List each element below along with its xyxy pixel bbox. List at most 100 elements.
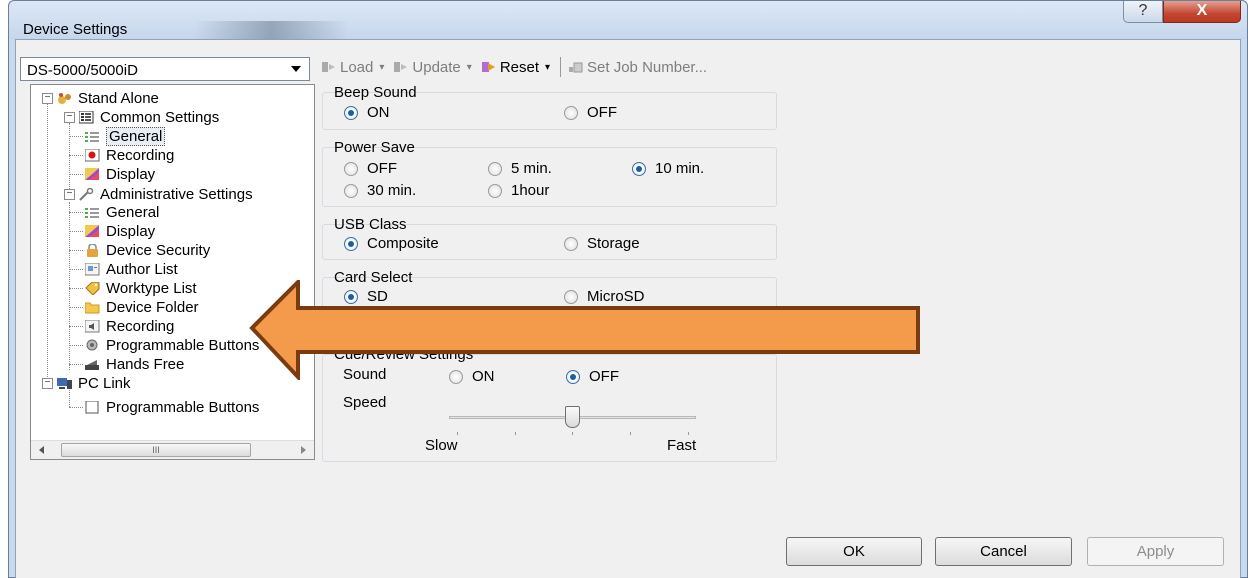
gear-cluster-icon [58,93,71,104]
tree-item-admin-general[interactable]: General [85,203,159,222]
radio-unchecked-icon [344,161,358,176]
tree-line [69,174,83,175]
tree-item-common-settings[interactable]: Common Settings [79,108,219,127]
tree-line [69,123,70,195]
radio-checked-icon [632,161,646,176]
radio-unchecked-icon [564,105,578,120]
job-number-icon [569,62,583,73]
cancel-button[interactable]: Cancel [935,537,1072,566]
speaker-icon [85,320,100,333]
radio-unchecked-icon [488,161,502,176]
collapse-administrative-settings[interactable]: − [64,189,75,200]
power-10min-radio[interactable]: 10 min. [632,160,704,177]
reset-icon [481,62,495,72]
load-caret-icon: ▾ [379,61,385,73]
reset-label: Reset [499,58,539,76]
tree-item-common-display[interactable]: Display [85,165,155,184]
title-bar[interactable]: Device Settings ? X [9,1,1247,41]
title-glass-decoration [194,21,349,41]
device-model-select[interactable]: DS-5000/5000iD [20,57,310,81]
usb-storage-radio[interactable]: Storage [564,235,640,252]
tree-item-pc-link[interactable]: PC Link [57,374,131,393]
tree-line [47,103,48,385]
radio-checked-icon [344,236,358,251]
update-icon [394,62,408,72]
load-label: Load [340,58,374,76]
speed-fast-label: Fast [667,437,697,454]
update-label: Update [412,58,461,76]
tree-item-common-recording[interactable]: Recording [85,146,174,165]
wrench-icon [79,188,94,201]
tree-line [69,288,83,289]
arrow-shape [249,280,920,380]
window-title: Device Settings [23,21,128,38]
device-model-value: DS-5000/5000iD [27,62,138,79]
folder-icon [85,302,100,314]
tree-line [69,231,83,232]
tree-item-hands-free[interactable]: Hands Free [85,355,184,374]
set-job-number-label: Set Job Number... [587,58,708,76]
update-button[interactable]: Update ▾ [394,58,472,76]
update-caret-icon: ▾ [466,61,472,73]
apply-button[interactable]: Apply [1087,537,1224,566]
tree-item-worktype-list[interactable]: Worktype List [85,279,197,298]
tree-item-admin-display[interactable]: Display [85,222,155,241]
slider-tick [457,432,458,435]
collapse-pc-link[interactable]: − [42,378,53,389]
tree-item-device-folder[interactable]: Device Folder [85,298,199,317]
tree-item-author-list[interactable]: Author List [85,260,178,279]
tree-item-stand-alone[interactable]: Stand Alone [57,89,159,108]
cue-speed-label: Speed [343,394,387,411]
pc-icon [57,378,72,389]
general-list-icon [85,132,99,142]
ok-button[interactable]: OK [786,537,922,566]
tree-item-common-general[interactable]: General [85,127,166,146]
close-button[interactable]: X [1163,1,1241,23]
power-30min-radio[interactable]: 30 min. [344,182,416,199]
display-icon [85,225,99,237]
tree-item-admin-recording[interactable]: Recording [85,317,174,336]
power-5min-radio[interactable]: 5 min. [488,160,552,177]
set-job-number-button[interactable]: Set Job Number... [569,59,707,76]
collapse-common-settings[interactable]: − [64,112,75,123]
list-icon [79,111,94,124]
help-button[interactable]: ? [1123,1,1163,23]
pedal-icon [85,360,99,370]
card-icon [85,263,100,276]
beep-on-radio[interactable]: ON [344,104,390,121]
tree-item-administrative-settings[interactable]: Administrative Settings [79,185,253,204]
tree-line [69,345,83,346]
slider-tick [515,432,516,435]
reset-button[interactable]: Reset ▾ [481,58,550,76]
scroll-left-icon[interactable] [39,446,44,454]
slider-tick [630,432,631,435]
tree-line [69,326,83,327]
speed-slider-thumb[interactable] [565,406,580,428]
display-icon [85,168,99,180]
power-save-title: Power Save [334,139,415,156]
power-off-radio[interactable]: OFF [344,160,397,177]
tree-horizontal-scrollbar[interactable]: III [31,440,314,459]
tree-item-device-security[interactable]: Device Security [85,241,210,260]
scroll-thumb[interactable]: III [61,443,251,457]
lock-icon [87,244,98,257]
tree-item-pc-programmable-buttons[interactable]: Programmable Buttons [85,398,259,417]
usb-composite-radio[interactable]: Composite [344,235,439,252]
tree-line [69,269,83,270]
checkbox-icon [85,401,99,414]
settings-tree[interactable]: − Stand Alone − Common Settings General … [30,84,315,460]
toolbar-separator [560,57,562,77]
beep-off-radio[interactable]: OFF [564,104,617,121]
usb-class-title: USB Class [334,216,407,233]
recording-dot-icon [85,149,100,162]
radio-checked-icon [344,105,358,120]
tree-item-admin-programmable-buttons[interactable]: Programmable Buttons [85,336,259,355]
collapse-stand-alone[interactable]: − [42,93,53,104]
power-1hour-radio[interactable]: 1hour [488,182,549,199]
load-icon [322,62,335,72]
tree-line [69,136,83,137]
tree-line [69,407,83,408]
load-button[interactable]: Load ▾ [322,59,384,76]
scroll-right-icon[interactable] [301,446,306,454]
tree-line [69,155,83,156]
